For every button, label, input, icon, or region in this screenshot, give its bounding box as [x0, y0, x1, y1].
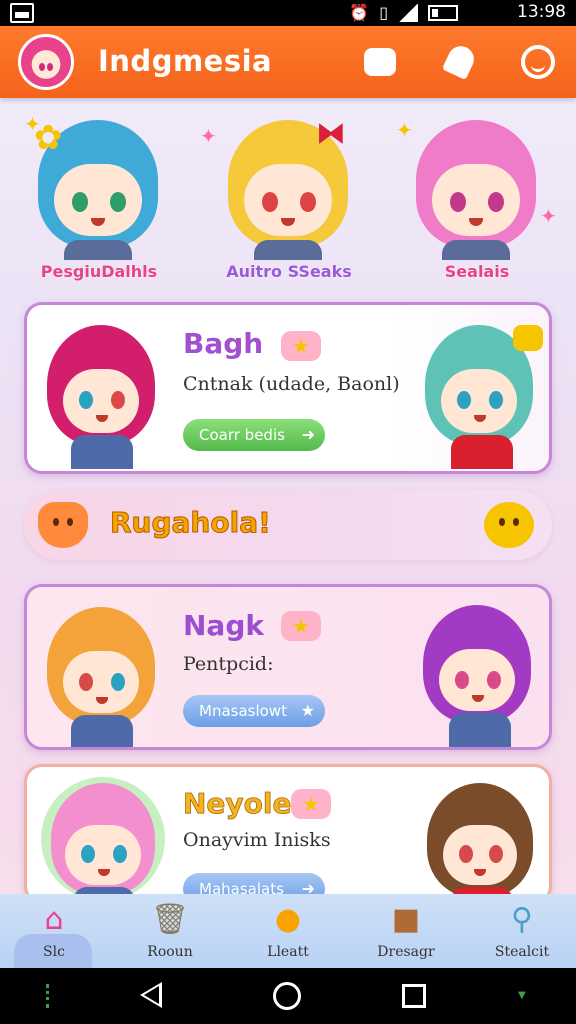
- card-action-button[interactable]: Mnasaslowt ★: [183, 695, 325, 727]
- card-subtitle: Onayvim Inisks: [183, 829, 331, 851]
- home-button[interactable]: [273, 982, 301, 1010]
- nav-item-heart[interactable]: ● Lleatt: [238, 894, 338, 968]
- nav-item-search[interactable]: ⚲ Stealcit: [472, 894, 572, 968]
- star-icon: ★: [300, 701, 315, 720]
- recents-button[interactable]: [402, 984, 426, 1008]
- nav-item-room[interactable]: 🗑 Rooun: [120, 894, 220, 968]
- nav-item-home[interactable]: ⌂ Slc: [4, 894, 104, 970]
- featured-character[interactable]: Sealais: [392, 112, 562, 292]
- back-button[interactable]: [140, 982, 162, 1008]
- card-action-button[interactable]: Coarr bedis ➜: [183, 419, 325, 451]
- card-subtitle: Cntnak (udade, Baonl): [183, 373, 400, 395]
- puzzle-icon[interactable]: [360, 42, 400, 82]
- card-subtitle: Pentpcid:: [183, 653, 274, 675]
- character-card[interactable]: Nagk ★ Pentpcid: Mnasaslowt ★: [24, 584, 552, 750]
- card-action-label: Coarr bedis: [199, 426, 285, 444]
- featured-name: Sealais: [444, 262, 510, 282]
- nav-label: Slc: [43, 944, 65, 960]
- featured-name: PesgiuDalhls: [40, 262, 158, 282]
- cookie-icon: [513, 325, 543, 351]
- avatar[interactable]: [18, 34, 74, 90]
- smile-icon[interactable]: [518, 42, 558, 82]
- character-card[interactable]: Bagh ★ Cntnak (udade, Baonl) Coarr bedis…: [24, 302, 552, 474]
- bell-icon[interactable]: [440, 41, 480, 82]
- arrow-icon: ➜: [301, 425, 315, 444]
- chevron-down-icon[interactable]: ▼: [518, 990, 526, 1001]
- smiley-icon: [484, 502, 534, 548]
- card-title: Nagk: [183, 609, 264, 642]
- featured-character[interactable]: ⧓ Auitro SSeaks: [204, 112, 374, 292]
- search-icon: ⚲: [511, 902, 533, 937]
- status-time: 13:98: [517, 2, 566, 22]
- character-portrait: [419, 777, 543, 901]
- heart-icon[interactable]: ★: [291, 789, 331, 819]
- alarm-icon: ⏰: [349, 3, 370, 22]
- bottom-nav: ⌂ Slc 🗑 Rooun ● Lleatt ■ Dresagr ⚲ Steal…: [0, 894, 576, 970]
- nav-label: Lleatt: [267, 944, 309, 960]
- card-action-label: Mnasaslowt: [199, 702, 287, 720]
- character-portrait: [41, 319, 161, 469]
- featured-character[interactable]: ✿ PesgiuDalhls: [14, 112, 184, 292]
- character-portrait: [415, 599, 541, 747]
- character-portrait: [41, 777, 165, 901]
- promo-banner[interactable]: Rugahola!: [24, 490, 552, 560]
- menu-dots-icon[interactable]: [46, 984, 50, 1008]
- character-portrait: [41, 601, 161, 747]
- cookie-icon: ●: [274, 902, 302, 937]
- flower-icon: ✿: [34, 118, 63, 158]
- battery-icon: [428, 5, 458, 21]
- system-nav-bar: ▼: [0, 968, 576, 1024]
- app-title: Indgmesia: [98, 44, 273, 78]
- heart-face-icon: [38, 502, 88, 548]
- status-bar: ⏰ ▯ 13:98: [0, 0, 576, 26]
- nav-label: Stealcit: [494, 944, 550, 960]
- nav-label: Dresagr: [377, 944, 435, 960]
- heart-icon[interactable]: ★: [281, 611, 321, 641]
- card-title: Bagh: [183, 327, 264, 360]
- bear-icon: ■: [391, 902, 421, 937]
- bow-icon: ⧓: [316, 116, 346, 151]
- trash-icon: 🗑: [150, 902, 190, 937]
- card-title: Neyoles: [183, 787, 309, 821]
- house-icon: ⌂: [44, 902, 64, 937]
- signal-icon: [398, 4, 418, 22]
- banner-text: Rugahola!: [110, 506, 272, 540]
- character-portrait: [417, 319, 543, 469]
- nav-item-dress[interactable]: ■ Dresagr: [356, 894, 456, 968]
- nav-label: Rooun: [147, 944, 193, 960]
- featured-characters: ✦ ✦ ✦ ✦ ✿ PesgiuDalhls ⧓ Auitro SSeaks S…: [0, 104, 576, 294]
- app-bar: Indgmesia: [0, 26, 576, 98]
- heart-icon[interactable]: ★: [281, 331, 321, 361]
- vibrate-icon: ▯: [379, 3, 388, 22]
- featured-name: Auitro SSeaks: [226, 262, 352, 282]
- notification-icon: [10, 3, 34, 23]
- character-card[interactable]: Neyoles ★ Onayvim Inisks Mahasalats ➜: [24, 764, 552, 904]
